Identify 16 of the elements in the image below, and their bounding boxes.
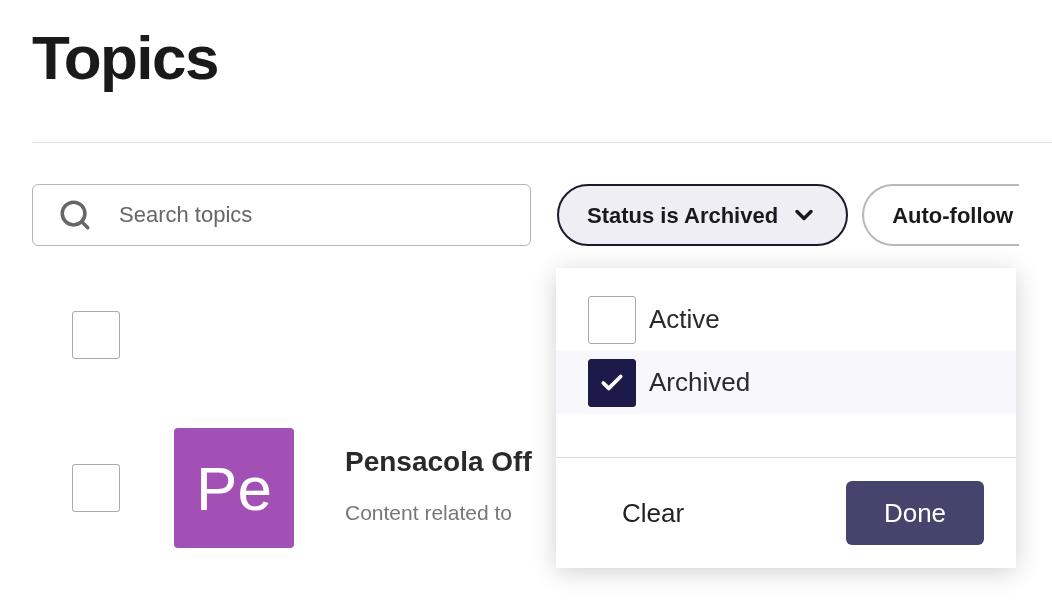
checkbox[interactable] (588, 358, 636, 407)
page-title: Topics (32, 22, 219, 94)
checkbox[interactable] (588, 295, 636, 344)
status-option[interactable]: Archived (556, 351, 1016, 414)
topic-description: Content related to (345, 500, 513, 527)
checkbox[interactable] (72, 311, 120, 359)
checkbox[interactable] (72, 464, 120, 512)
search-field[interactable]: Search topics (32, 184, 531, 246)
done-button[interactable]: Done (846, 481, 984, 545)
topic-name[interactable]: Pensacola Off (345, 441, 532, 484)
filter-chip[interactable]: Status is Archived (557, 184, 849, 246)
clear-button[interactable]: Clear (602, 481, 705, 545)
search-icon (58, 198, 92, 232)
filter-chip[interactable]: Auto-follow (862, 184, 1020, 246)
topic-avatar: Pe (174, 428, 294, 548)
status-option[interactable]: Active (556, 288, 1016, 351)
